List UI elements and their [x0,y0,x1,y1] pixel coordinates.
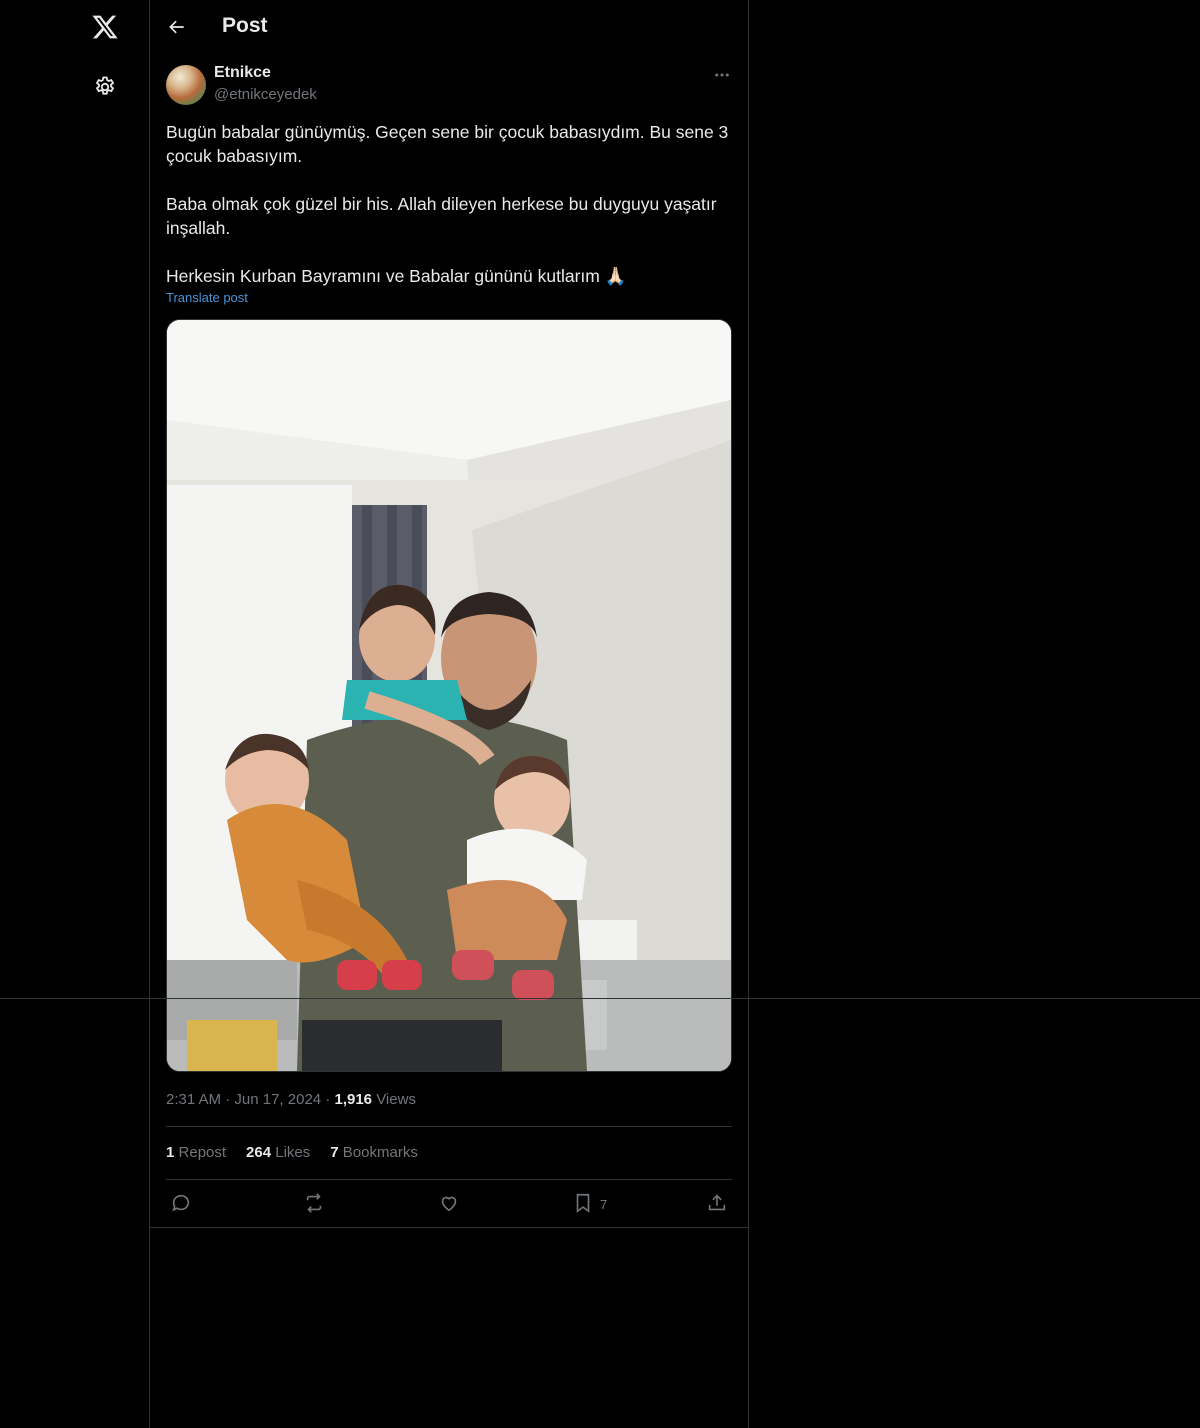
reposts-stat[interactable]: 1 Repost [166,1144,226,1161]
post-photo[interactable] [166,319,732,1072]
arrow-left-icon[interactable] [164,14,190,40]
bookmarks-count: 7 [330,1144,339,1161]
reply-button[interactable] [170,1190,192,1218]
gear-icon[interactable] [91,73,119,101]
likes-stat[interactable]: 264 Likes [246,1144,310,1161]
family-photo-illustration [167,320,731,1071]
meta-separator: · [225,1091,231,1108]
post-time[interactable]: 2:31 AM [166,1091,221,1108]
x-logo-icon[interactable] [86,8,124,46]
views-label: Views [376,1091,416,1108]
page: Post Etnikce @etnikceyedek Bugün babalar… [0,0,1200,1428]
horizontal-divider [0,998,1200,999]
meta-separator: · [325,1091,331,1108]
post-paragraph: Herkesin Kurban Bayramını ve Babalar gün… [166,266,627,286]
likes-label: Likes [275,1144,311,1161]
post-date[interactable]: Jun 17, 2024 [234,1091,321,1108]
bookmarks-label: Bookmarks [342,1144,418,1161]
action-bar: 7 [166,1190,732,1218]
bookmarks-stat[interactable]: 7 Bookmarks [330,1144,418,1161]
share-icon [706,1192,728,1217]
page-title: Post [222,14,268,37]
reply-icon [170,1192,192,1217]
post-text: Bugün babalar günüymüş. Geçen sene bir ç… [166,120,732,288]
repost-button[interactable] [302,1190,326,1218]
divider [166,1179,732,1180]
heart-icon [438,1192,460,1217]
engagement-stats: 1 Repost 264 Likes 7 Bookmarks [166,1144,418,1161]
reposts-count: 1 [166,1144,175,1161]
bookmark-count: 7 [600,1196,608,1212]
translate-post-link[interactable]: Translate post [166,290,248,305]
share-button[interactable] [706,1190,728,1218]
post-detail-column: Post Etnikce @etnikceyedek Bugün babalar… [150,0,749,1428]
ellipsis-icon[interactable] [710,66,734,84]
divider [150,1227,748,1228]
reposts-label: Repost [178,1144,227,1161]
avatar[interactable] [166,65,206,105]
author-handle[interactable]: @etnikceyedek [214,86,317,103]
like-button[interactable] [438,1190,460,1218]
author-name[interactable]: Etnikce [214,64,271,82]
repost-icon [302,1192,326,1217]
bookmark-button[interactable]: 7 [572,1190,607,1218]
bookmark-icon [572,1192,594,1217]
post-meta: 2:31 AM · Jun 17, 2024 · 1,916 Views [166,1091,416,1108]
post-header: Post [150,0,748,54]
likes-count: 264 [246,1144,272,1161]
divider [166,1126,732,1127]
left-sidebar [0,0,150,1428]
post-paragraph: Bugün babalar günüymüş. Geçen sene bir ç… [166,122,729,166]
views-count: 1,916 [334,1091,373,1108]
post-paragraph: Baba olmak çok güzel bir his. Allah dile… [166,194,717,238]
